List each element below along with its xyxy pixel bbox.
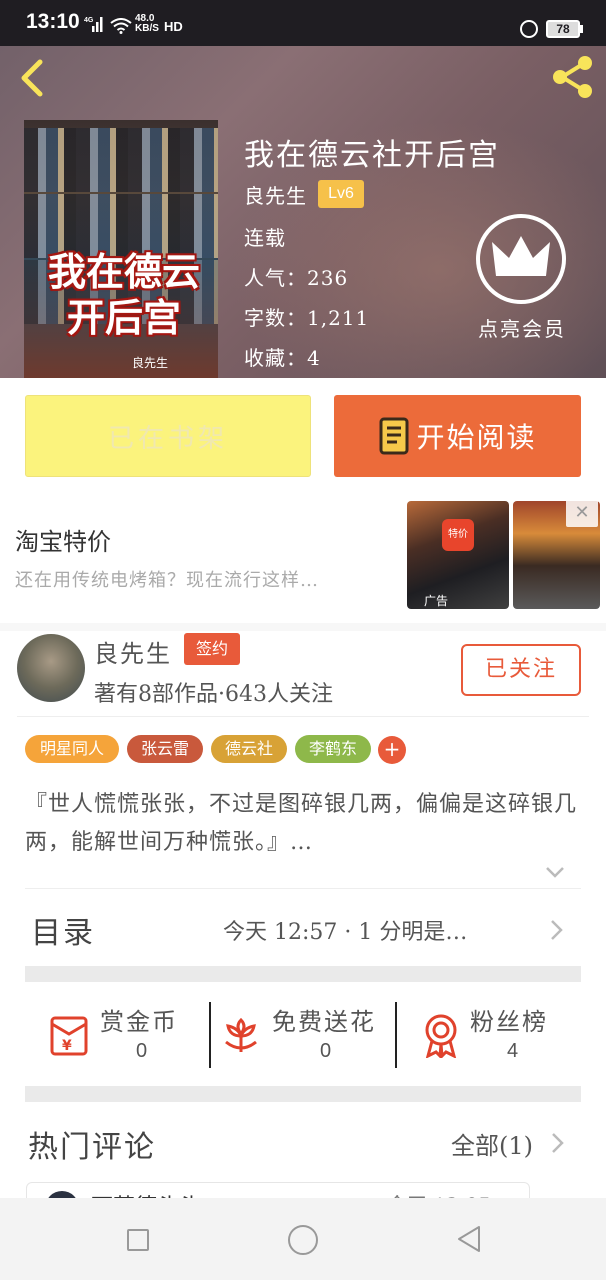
divider [25, 888, 581, 889]
crown-icon [476, 214, 566, 304]
ad-image[interactable] [407, 501, 509, 609]
red-envelope-icon: ¥ [50, 1016, 88, 1056]
all-comments-link[interactable]: 全部(1) [451, 1126, 533, 1161]
chevron-right-icon [552, 1133, 564, 1153]
ad-title[interactable]: 淘宝特价 [15, 522, 111, 557]
system-back-button[interactable] [455, 1224, 483, 1254]
book-word-count: 字数：1,211 [244, 306, 370, 330]
triangle-back-icon [458, 1226, 480, 1252]
cover-title-line2: 开后宫 [66, 295, 181, 340]
author-name[interactable]: 良先生 [94, 634, 172, 669]
bookshelf-button[interactable]: 已在书架 [25, 395, 311, 477]
book-synopsis[interactable]: 『世人慌慌张张，不过是图碎银几两，偏偏是这碎银几两，能解世间万种慌张。』… [25, 786, 585, 862]
hd-indicator: HD [164, 19, 183, 34]
divider [395, 1002, 397, 1068]
share-icon [553, 56, 592, 98]
recent-apps-button[interactable] [127, 1229, 149, 1251]
rotation-lock-icon [520, 20, 538, 38]
book-icon [379, 417, 409, 455]
section-divider [25, 1086, 581, 1102]
chevron-left-icon [21, 59, 43, 97]
send-flower-label: 免费送花 [272, 1008, 376, 1036]
share-button[interactable] [550, 54, 596, 100]
section-divider [25, 966, 581, 982]
wifi-icon [110, 18, 132, 34]
start-reading-label: 开始阅读 [416, 421, 537, 454]
medal-icon [425, 1014, 457, 1058]
catalog-row[interactable]: 目录 今天 12:57 · 1 分明是… [25, 896, 581, 962]
expand-synopsis-button[interactable] [544, 864, 566, 880]
catalog-latest-update: 今天 12:57 · 1 分明是… [223, 920, 468, 945]
fan-ranking-count: 4 [507, 1040, 519, 1062]
tag-2[interactable]: 德云社 [211, 735, 287, 763]
reward-coins-count: 0 [136, 1040, 148, 1062]
status-time: 13:10 [26, 10, 80, 33]
battery-level: 78 [546, 20, 580, 38]
reward-coins-button[interactable]: ¥ 赏金币 0 [46, 1000, 196, 1070]
ad-description[interactable]: 还在用传统电烤箱？现在流行这样… [15, 566, 319, 592]
send-flower-button[interactable]: 免费送花 0 [220, 1000, 390, 1070]
speed-unit: KB/S [135, 23, 159, 34]
signed-badge: 签约 [184, 633, 240, 665]
vip-label: 点亮会员 [478, 317, 566, 341]
book-status: 连载 [244, 226, 286, 250]
tag-3[interactable]: 李鹤东 [295, 735, 371, 763]
book-popularity: 人气：236 [244, 266, 349, 290]
network-speed: 48.0 KB/S [135, 14, 159, 34]
cover-art-row [24, 128, 218, 192]
reward-coins-label: 赏金币 [100, 1008, 178, 1036]
home-button[interactable] [288, 1225, 318, 1255]
fan-ranking-button[interactable]: 粉丝榜 4 [420, 1000, 580, 1070]
cover-title-line1: 我在德云 [47, 249, 200, 294]
vip-button[interactable] [474, 212, 568, 306]
hot-comments-title: 热门评论 [28, 1130, 156, 1165]
fan-ranking-label: 粉丝榜 [470, 1008, 548, 1036]
author-stats: 著有8部作品·643人关注 [94, 682, 333, 707]
back-button[interactable] [14, 56, 50, 100]
section-divider [0, 623, 606, 631]
divider [17, 716, 589, 717]
book-title: 我在德云社开后宫 [244, 138, 500, 173]
book-cover[interactable]: 我在德云 开后宫 良先生 [24, 120, 218, 378]
tag-1[interactable]: 张云雷 [127, 735, 203, 763]
chevron-right-icon [551, 920, 563, 940]
send-flower-count: 0 [320, 1040, 332, 1062]
add-tag-button[interactable]: + [378, 736, 406, 764]
ad-app-badge: 特价 [442, 519, 474, 551]
book-author[interactable]: 良先生 [244, 180, 307, 209]
battery-tip [580, 25, 583, 33]
divider [209, 1002, 211, 1068]
signal-icon: 4G [84, 17, 103, 32]
ad-close-button[interactable]: ✕ [566, 499, 598, 527]
network-type: 4G [84, 17, 94, 24]
book-favorites: 收藏：4 [244, 346, 321, 370]
tag-0[interactable]: 明星同人 [25, 735, 119, 763]
flower-icon [225, 1017, 257, 1052]
ad-label: 广告 [424, 594, 449, 608]
author-avatar[interactable] [17, 634, 85, 702]
status-bar: 13:10 4G 48.0 KB/S HD 78 [0, 0, 606, 46]
start-reading-button[interactable]: 开始阅读 [334, 395, 581, 477]
bookshelf-button-label: 已在书架 [107, 423, 228, 454]
author-level-badge: Lv6 [318, 180, 364, 208]
catalog-label: 目录 [31, 916, 95, 951]
svg-text:¥: ¥ [62, 1038, 72, 1054]
follow-button[interactable]: 已关注 [461, 644, 581, 696]
cover-author: 良先生 [132, 356, 169, 370]
chevron-down-icon [546, 867, 564, 878]
